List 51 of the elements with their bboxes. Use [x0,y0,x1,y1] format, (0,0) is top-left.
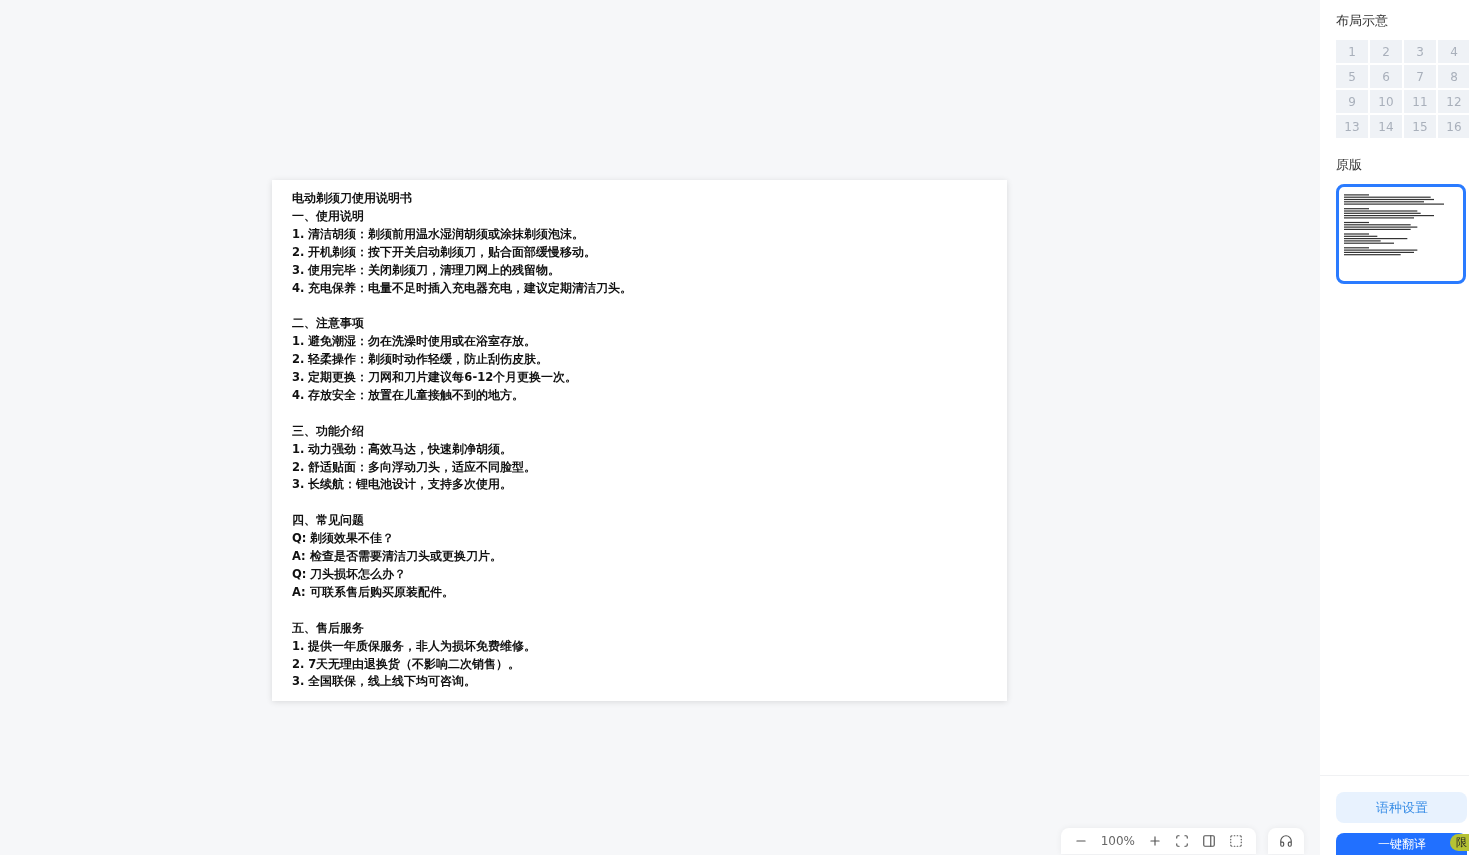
zoom-level: 100% [1100,834,1135,848]
panel-icon[interactable] [1202,834,1217,848]
layout-cell: 11 [1404,90,1436,113]
section-heading: 一、使用说明 [292,207,365,225]
document-line: 3. 定期更换：刀网和刀片建议每6-12个月更换一次。 [292,369,579,387]
document-line: A: 可联系售后购买原装配件。 [292,583,455,601]
layout-cell: 14 [1370,115,1402,138]
layout-cell: 16 [1438,115,1469,138]
layout-cell: 9 [1336,90,1368,113]
document-line: Q: 剃须效果不佳？ [292,530,396,548]
layout-cell: 1 [1336,40,1368,63]
document-line: 3. 使用完毕：关闭剃须刀，清理刀网上的残留物。 [292,261,562,279]
zoom-in-icon[interactable] [1148,834,1163,848]
headset-icon[interactable] [1279,834,1293,848]
limited-badge: 限 [1450,834,1469,851]
layout-cell: 7 [1404,65,1436,88]
layout-cell: 15 [1404,115,1436,138]
section-heading: 三、功能介绍 [292,422,365,440]
document-line: 3. 长续航：锂电池设计，支持多次使用。 [292,476,514,494]
layout-cell: 12 [1438,90,1469,113]
layout-cell: 2 [1370,40,1402,63]
section-heading: 四、常见问题 [292,512,365,530]
document-line: 3. 全国联保，线上线下均可咨询。 [292,673,478,691]
document-line: 1. 清洁胡须：剃须前用温水湿润胡须或涂抹剃须泡沫。 [292,225,586,243]
document-line: 2. 7天无理由退换货（不影响二次销售）。 [292,655,522,673]
layout-cell: 10 [1370,90,1402,113]
document-line: 1. 提供一年质保服务，非人为损坏免费维修。 [292,637,538,655]
document-title: 电动剃须刀使用说明书 [292,190,413,207]
fit-screen-icon[interactable] [1175,834,1190,848]
document-line: 4. 存放安全：放置在儿童接触不到的地方。 [292,386,526,404]
section-heading: 五、售后服务 [292,619,365,637]
document-line: 1. 动力强劲：高效马达，快速剃净胡须。 [292,440,514,458]
section-heading: 二、注意事项 [292,315,365,333]
document-line: 1. 避免潮湿：勿在洗澡时使用或在浴室存放。 [292,333,538,351]
language-settings-button[interactable]: 语种设置 [1336,792,1467,823]
frame-icon[interactable] [1229,834,1244,848]
layout-cell: 13 [1336,115,1368,138]
layout-title: 布局示意 [1336,12,1389,30]
document-line: Q: 刀头损坏怎么办？ [292,566,408,583]
document-line: A: 检查是否需要清洁刀头或更换刀片。 [292,548,503,566]
layout-cell: 6 [1370,65,1402,88]
layout-cell: 3 [1404,40,1436,63]
document-line: 4. 充电保养：电量不足时插入充电器充电，建议定期清洁刀头。 [292,279,634,297]
layout-cell: 8 [1438,65,1469,88]
layout-cell: 4 [1438,40,1469,63]
document-line: 2. 舒适贴面：多向浮动刀头，适应不同脸型。 [292,458,538,476]
original-title: 原版 [1336,156,1363,174]
page-thumbnail[interactable] [1336,184,1466,284]
document-line: 2. 轻柔操作：剃须时动作轻缓，防止刮伤皮肤。 [292,351,550,369]
layout-cell: 5 [1336,65,1368,88]
document-line: 2. 开机剃须：按下开关启动剃须刀，贴合面部缓慢移动。 [292,243,598,261]
